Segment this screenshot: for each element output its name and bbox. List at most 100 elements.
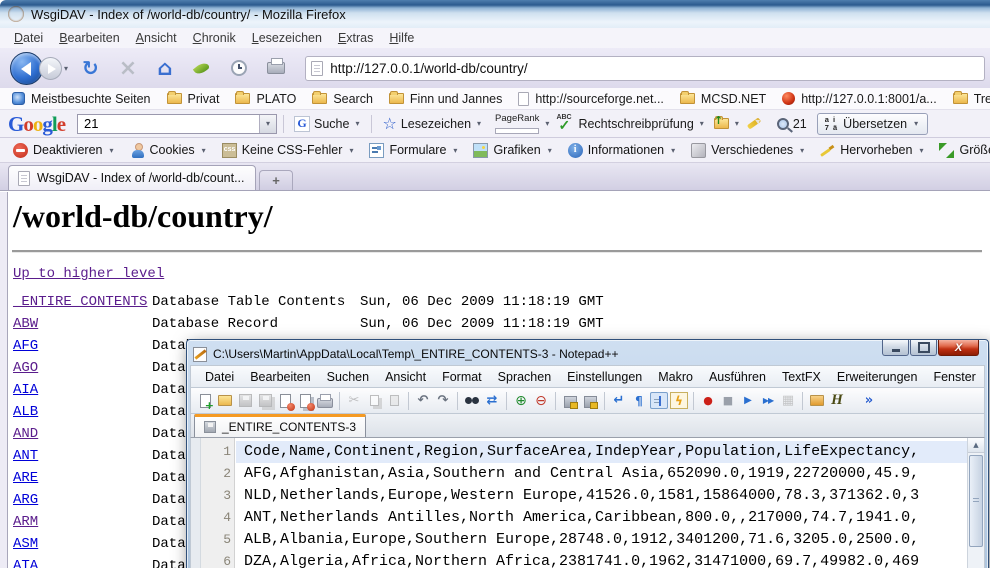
bookmark-item[interactable]: http://127.0.0.1:8001/a... <box>774 92 945 106</box>
bookmark-item[interactable]: Tree Samples <box>945 92 990 106</box>
bookmark-item[interactable]: PLATO <box>227 92 304 106</box>
notepad-menu-erweiterungen[interactable]: Erweiterungen <box>829 370 926 384</box>
print-icon[interactable] <box>316 392 334 409</box>
pagerank-widget[interactable]: PageRank <box>491 114 543 134</box>
bookmark-item[interactable]: http://sourceforge.net... <box>510 92 672 106</box>
devbar-item-css[interactable]: Keine CSS-Fehler▾ <box>215 143 363 158</box>
notepad-window[interactable]: C:\Users\Martin\AppData\Local\Temp\_ENTI… <box>186 339 989 568</box>
save-all-icon[interactable] <box>256 392 274 409</box>
bookmark-item[interactable]: Meistbesuchte Seiten <box>4 92 159 106</box>
close-file-icon[interactable] <box>276 392 294 409</box>
send-to-dropdown-icon[interactable]: ▾ <box>735 119 739 128</box>
google-search-button[interactable]: Suche▾ <box>290 116 365 132</box>
notepad-menu-bearbeiten[interactable]: Bearbeiten <box>242 370 318 384</box>
bookmark-item[interactable]: Search <box>304 92 381 106</box>
stop-icon[interactable]: × <box>119 56 137 81</box>
devbar-item-info[interactable]: Informationen▾ <box>561 143 684 158</box>
listing-link[interactable]: AND <box>13 423 38 445</box>
google-search-box[interactable]: 21 ▾ <box>77 114 277 134</box>
toolbar-overflow-icon[interactable] <box>860 392 878 409</box>
find-icon[interactable] <box>463 392 481 409</box>
notepad-menu-suchen[interactable]: Suchen <box>319 370 377 384</box>
devbar-item-disable[interactable]: Deaktivieren▾ <box>6 143 123 158</box>
menu-item-hilfe[interactable]: Hilfe <box>381 29 422 47</box>
clock-addon-icon[interactable] <box>231 60 247 76</box>
new-tab-button[interactable]: + <box>259 170 293 190</box>
maximize-button[interactable] <box>910 340 937 356</box>
tab-wsgidav[interactable]: WsgiDAV - Index of /world-db/count... <box>8 165 256 190</box>
macro-save-icon[interactable] <box>779 392 797 409</box>
function-list-icon[interactable] <box>670 392 688 409</box>
notepad-menu-sprachen[interactable]: Sprachen <box>490 370 560 384</box>
devbar-item-misc[interactable]: Verschiedenes▾ <box>684 143 813 158</box>
paste-icon[interactable] <box>385 392 403 409</box>
new-file-icon[interactable] <box>196 392 214 409</box>
leaf-addon-icon[interactable] <box>193 60 210 76</box>
show-all-characters-icon[interactable] <box>630 392 648 409</box>
scroll-up-icon[interactable]: ▲ <box>968 438 984 453</box>
print-icon[interactable] <box>267 62 285 74</box>
listing-link[interactable]: ALB <box>13 401 38 423</box>
menu-item-extras[interactable]: Extras <box>330 29 381 47</box>
html-export-icon[interactable] <box>828 392 846 409</box>
url-bar[interactable]: http://127.0.0.1/world-db/country/ <box>305 56 985 81</box>
firefox-titlebar[interactable]: WsgiDAV - Index of /world-db/country/ - … <box>0 0 990 28</box>
scrollbar-thumb[interactable] <box>969 455 983 547</box>
notepad-tab[interactable]: _ENTIRE_CONTENTS-3 <box>194 414 366 437</box>
macro-play-icon[interactable] <box>739 392 757 409</box>
editor-area[interactable]: 1Code,Name,Continent,Region,SurfaceArea,… <box>190 438 985 568</box>
notepad-menu-help[interactable]: ? <box>984 370 990 384</box>
close-all-icon[interactable] <box>296 392 314 409</box>
translate-button[interactable]: a i 7 ä Übersetzen▾ <box>817 113 928 135</box>
word-wrap-icon[interactable] <box>610 392 628 409</box>
save-icon[interactable] <box>236 392 254 409</box>
listing-link[interactable]: ARE <box>13 467 38 489</box>
devbar-item-outline[interactable]: Hervorheben▾ <box>813 143 932 158</box>
menu-item-lesezeichen[interactable]: Lesezeichen <box>244 29 330 47</box>
sync-horizontal-icon[interactable] <box>581 392 599 409</box>
macro-record-icon[interactable] <box>699 392 717 409</box>
highlighter-icon[interactable] <box>747 117 761 129</box>
search-dropdown-icon[interactable]: ▾ <box>259 115 276 133</box>
redo-icon[interactable] <box>434 392 452 409</box>
send-to-button[interactable]: ↑ <box>710 118 733 129</box>
close-button[interactable] <box>938 340 979 356</box>
spellcheck-button[interactable]: ABC✓ Rechtschreibprüfung▾ <box>551 115 709 132</box>
devbar-item-resize[interactable]: Größe▾ <box>932 143 990 158</box>
bookmark-item[interactable]: MCSD.NET <box>672 92 774 106</box>
notepad-menu-ansicht[interactable]: Ansicht <box>377 370 434 384</box>
macro-run-multiple-icon[interactable] <box>759 392 777 409</box>
open-file-icon[interactable] <box>216 392 234 409</box>
notepad-menu-datei[interactable]: Datei <box>197 370 242 384</box>
menu-item-datei[interactable]: Datei <box>6 29 51 47</box>
undo-icon[interactable] <box>414 392 432 409</box>
notepad-titlebar[interactable]: C:\Users\Martin\AppData\Local\Temp\_ENTI… <box>190 343 985 365</box>
notepad-menu-einstellungen[interactable]: Einstellungen <box>559 370 650 384</box>
listing-link[interactable]: AIA <box>13 379 38 401</box>
replace-icon[interactable] <box>483 392 501 409</box>
listing-link[interactable]: ANT <box>13 445 38 467</box>
menu-item-bearbeiten[interactable]: Bearbeiten <box>51 29 127 47</box>
macro-stop-icon[interactable] <box>719 392 737 409</box>
devbar-item-images[interactable]: Grafiken▾ <box>466 143 560 158</box>
notepad-menu-textfx[interactable]: TextFX <box>774 370 829 384</box>
google-bookmarks-button[interactable]: Lesezeichen▾ <box>378 116 487 132</box>
find-count[interactable]: 21 <box>767 117 811 131</box>
listing-link[interactable]: _ENTIRE_CONTENTS <box>13 291 147 313</box>
listing-link[interactable]: ARG <box>13 489 38 511</box>
devbar-item-cookies[interactable]: Cookies▾ <box>123 143 215 158</box>
copy-icon[interactable] <box>365 392 383 409</box>
devbar-item-forms[interactable]: Formulare▾ <box>362 143 466 158</box>
reload-icon[interactable]: ↻ <box>82 56 99 80</box>
notepad-menu-ausführen[interactable]: Ausführen <box>701 370 774 384</box>
zoom-out-icon[interactable] <box>532 392 550 409</box>
history-dropdown-icon[interactable]: ▾ <box>64 64 68 73</box>
minimize-button[interactable] <box>882 340 909 356</box>
up-to-higher-level-link[interactable]: Up to higher level <box>13 266 164 282</box>
sync-vertical-icon[interactable] <box>561 392 579 409</box>
listing-link[interactable]: AFG <box>13 335 38 357</box>
listing-link[interactable]: AGO <box>13 357 38 379</box>
home-icon[interactable]: ⌂ <box>157 56 172 80</box>
indent-guide-icon[interactable] <box>650 392 668 409</box>
listing-link[interactable]: ARM <box>13 511 38 533</box>
